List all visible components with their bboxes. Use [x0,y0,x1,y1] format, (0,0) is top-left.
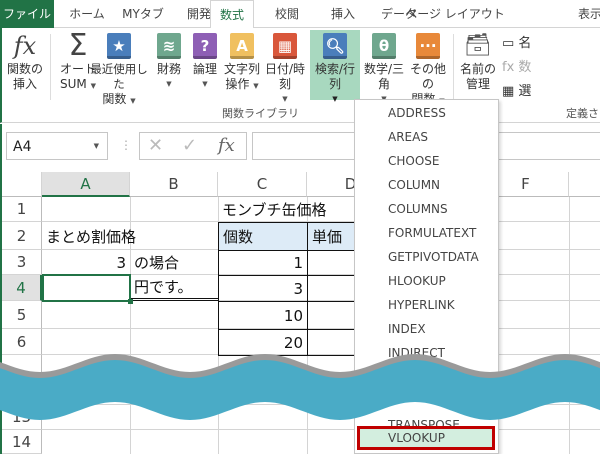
label: 数 [518,60,532,75]
more-book-icon: ··· [416,33,440,59]
group-label: 定義さ [566,107,599,120]
wave-break-decoration [0,354,600,420]
column-header-b[interactable]: B [130,172,218,197]
star-book-icon: ★ [107,33,131,59]
tab-page-layout[interactable]: ページ レイアウト [405,0,505,28]
row-header-1[interactable]: 1 [2,197,42,222]
financial-button[interactable]: ≋ 財務 ▼ [152,30,186,102]
cell-c1[interactable]: モンブチ缶価格 [218,197,331,222]
column-header-c[interactable]: C [218,172,307,197]
text-book-icon: A [230,33,254,59]
column-d-values [307,250,357,356]
tab-view[interactable]: 表示 [565,0,600,28]
tab-formulas[interactable]: 数式 [210,0,254,29]
menu-item[interactable]: COLUMNS [388,197,448,221]
label: 名前の [459,62,496,76]
more-icon: ⋮ [120,138,132,152]
cell-c3[interactable]: 1 [218,250,308,276]
cell-c2[interactable]: 個数 [218,222,308,251]
row-header-14[interactable]: 14 [2,430,42,454]
insert-function-button[interactable]: fx 関数の 挿入 [2,30,48,102]
label: 数学/三角 [363,62,405,91]
label: 関数の [6,62,43,76]
fx-icon: fx [13,32,37,60]
menu-item[interactable]: ADDRESS [388,101,446,125]
label: 最近使用した [90,62,148,91]
math-trig-button[interactable]: θ 数学/三角▼ [360,30,408,103]
logical-button[interactable]: ? 論理 ▼ [188,30,222,102]
label: 名 [518,36,532,51]
cell-a3[interactable]: 3 [42,250,130,275]
row-header-5[interactable]: 5 [2,301,42,329]
row-header-2[interactable]: 2 [2,222,42,250]
name-box[interactable]: A4 ▼ [6,132,108,160]
label: 日付/時刻 [264,62,306,91]
cell-c5[interactable]: 10 [218,301,308,330]
define-name-button[interactable]: ▭ 名 [502,32,531,56]
label: 検索/行列 [314,62,356,91]
date-time-button[interactable]: ▦ 日付/時刻 ▼ [260,30,310,103]
cancel-icon[interactable]: ✕ [148,135,163,156]
search-book-icon: 🔍︎ [323,33,347,59]
column-header-a[interactable]: A [42,172,130,197]
ribbon: fx 関数の 挿入 Σ オート SUM ▼ ★ 最近使用した 関数 ▼ ≋ 財務 ▼ ?… [0,28,600,123]
enter-icon[interactable]: ✓ [182,135,197,156]
insert-function-icon[interactable]: fx [218,135,235,156]
name-manager-icon: 🗃︎ [464,33,492,58]
recent-functions-button[interactable]: ★ 最近使用した 関数 ▼ [88,30,150,106]
ribbon-tabs: ファイル ホーム MYタブ 開発 数式 校閲 挿入 データ ページ レイアウト … [0,0,600,29]
name-box-value: A4 [13,139,32,155]
label: 文字列 [223,62,260,76]
tab-review[interactable]: 校閲 [262,0,312,28]
theta-book-icon: θ [372,33,396,59]
menu-item[interactable]: GETPIVOTDATA [388,245,479,269]
question-book-icon: ? [193,33,217,59]
menu-item[interactable]: HYPERLINK [388,293,455,317]
text-button[interactable]: A 文字列 操作 ▼ [222,30,262,102]
create-from-selection-button[interactable]: ▦ 選 [502,80,531,104]
group-label: 関数ライブラリ [222,107,299,120]
lookup-reference-button[interactable]: 🔍︎ 検索/行列 ▼ [310,30,360,103]
fill-handle[interactable] [128,299,133,304]
cell-d2[interactable]: 単価 [307,222,357,251]
label: 選 [518,84,532,99]
tab-file[interactable]: ファイル [0,0,54,28]
cell-a4-selected[interactable] [42,274,131,302]
label: 挿入 [12,77,37,91]
menu-item-vlookup[interactable]: VLOOKUP [357,426,495,450]
label: 操作 [225,77,250,91]
more-functions-button[interactable]: ··· その他の関数 ▼ [408,30,448,106]
menu-item[interactable]: COLUMN [388,173,440,197]
cell-c4[interactable]: 3 [218,275,308,302]
column-header-g[interactable] [569,172,600,197]
label: 論理 [192,62,217,76]
cell-a2[interactable]: まとめ割価格 [42,222,140,250]
label: 管理 [465,77,490,91]
name-manager-button[interactable]: 🗃︎ 名前の 管理 [456,30,500,102]
menu-item[interactable]: INDEX [388,317,426,341]
row-header-4[interactable]: 4 [2,275,42,301]
calendar-book-icon: ▦ [273,33,297,59]
cell-b4[interactable]: 円です。 [130,275,218,301]
tab-home[interactable]: ホーム [62,0,112,28]
label: 財務 [156,62,181,76]
tab-insert[interactable]: 挿入 [318,0,368,28]
formula-buttons: ✕ ✓ fx [139,132,247,160]
menu-item[interactable]: CHOOSE [388,149,440,173]
coins-book-icon: ≋ [157,33,181,59]
label: 関数 [102,92,127,106]
menu-item[interactable]: AREAS [388,125,428,149]
label: VLOOKUP [388,431,445,445]
use-in-formula-button[interactable]: fx 数 [502,56,531,80]
row-header-3[interactable]: 3 [2,250,42,275]
menu-item[interactable]: FORMULATEXT [388,221,476,245]
menu-item[interactable]: HLOOKUP [388,269,446,293]
label: SUM [60,77,87,91]
label: その他の [409,62,446,91]
select-all[interactable] [2,172,42,197]
cell-b3[interactable]: の場合 [130,250,183,275]
tab-mytab[interactable]: MYタブ [118,0,168,28]
formula-bar: A4 ▼ ⋮ ✕ ✓ fx [0,124,600,172]
